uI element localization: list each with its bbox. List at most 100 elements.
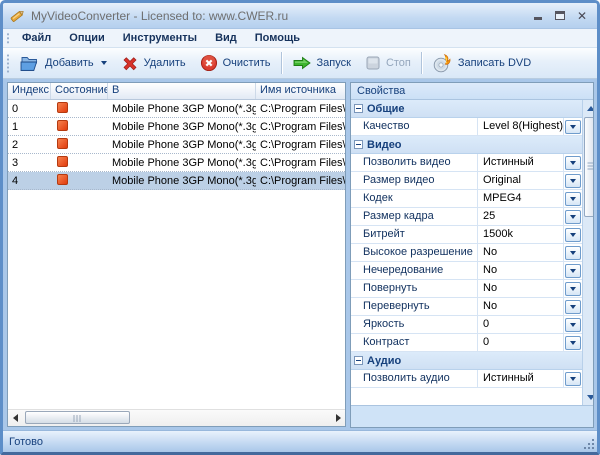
prop-value[interactable]: No (477, 298, 563, 315)
minimize-button[interactable] (534, 10, 543, 22)
prop-value[interactable]: Original (477, 172, 563, 189)
dropdown-button[interactable] (565, 191, 582, 206)
column-header-source[interactable]: Имя источника (256, 83, 345, 99)
cell-format: Mobile Phone 3GP Mono(*.3gp) (112, 120, 256, 133)
dropdown-button[interactable] (565, 299, 582, 314)
prop-group-general[interactable]: Общие (351, 100, 583, 118)
prop-value[interactable]: No (477, 244, 563, 261)
prop-value[interactable]: Истинный (477, 154, 563, 171)
prop-group-audio[interactable]: Аудио (351, 352, 583, 370)
table-row[interactable]: 3 Mobile Phone 3GP Mono(*.3gp) C:\Progra… (8, 154, 345, 172)
maximize-button[interactable] (554, 10, 565, 22)
chevron-down-icon (570, 250, 577, 255)
scroll-right-arrow[interactable] (331, 410, 345, 426)
prop-value[interactable]: 1500k (477, 226, 563, 243)
cell-state (51, 119, 108, 134)
dropdown-button[interactable] (565, 371, 582, 386)
dropdown-button[interactable] (565, 155, 582, 170)
start-button-label: Запуск (316, 57, 351, 69)
cell-format: Mobile Phone 3GP Mono(*.3gp) (112, 138, 256, 151)
prop-label: Высокое разрешение (363, 246, 473, 258)
dropdown-button[interactable] (565, 281, 582, 296)
start-button[interactable]: Запуск (285, 52, 358, 74)
dropdown-button[interactable] (565, 119, 582, 134)
chevron-down-icon (570, 268, 577, 273)
dropdown-button[interactable] (565, 335, 582, 350)
delete-button[interactable]: Удалить (114, 52, 193, 75)
cell-source: C:\Program Files\ (260, 156, 345, 169)
clear-button[interactable]: Очистить (193, 51, 278, 75)
horizontal-scrollbar[interactable] (8, 409, 345, 426)
cell-state (51, 137, 108, 152)
column-header-state[interactable]: Состояние (51, 83, 108, 99)
delete-button-label: Удалить (143, 57, 186, 69)
burn-dvd-button[interactable]: Записать DVD (425, 50, 538, 76)
thumb-grip-icon (73, 415, 82, 422)
prop-value[interactable]: 0 (477, 334, 563, 351)
scroll-down-arrow[interactable] (583, 389, 593, 405)
prop-label: Позволить аудио (363, 372, 450, 384)
prop-value[interactable]: 25 (477, 208, 563, 225)
table-row[interactable]: 0 Mobile Phone 3GP Mono(*.3gp) C:\Progra… (8, 100, 345, 118)
burn-dvd-button-label: Записать DVD (457, 57, 532, 69)
group-label: Общие (367, 102, 405, 115)
add-button[interactable]: Добавить (13, 52, 114, 75)
prop-row-video-size: Размер видео Original (351, 172, 583, 190)
collapse-minus-icon[interactable] (354, 140, 363, 149)
menu-view[interactable]: Вид (206, 30, 246, 46)
chevron-down-icon (570, 178, 577, 183)
menu-options[interactable]: Опции (60, 30, 114, 46)
collapse-minus-icon[interactable] (354, 104, 363, 113)
table-row[interactable]: 2 Mobile Phone 3GP Mono(*.3gp) C:\Progra… (8, 136, 345, 154)
file-list-panel: Индекс Состояние В Имя источника 0 Mobil… (7, 82, 346, 427)
dropdown-button[interactable] (565, 263, 582, 278)
dropdown-button[interactable] (565, 173, 582, 188)
status-icon (57, 137, 68, 149)
menu-file[interactable]: Файл (13, 30, 60, 46)
prop-label: Кодек (363, 192, 393, 204)
cell-source: C:\Program Files\ (260, 120, 345, 133)
properties-empty-area (351, 405, 593, 427)
start-arrow-icon (293, 56, 311, 70)
prop-label: Яркость (363, 318, 405, 330)
status-icon (57, 155, 68, 167)
close-button[interactable]: ✕ (577, 9, 587, 23)
toolbar-separator (280, 52, 282, 74)
table-row-selected[interactable]: 4 Mobile Phone 3GP Mono(*.3gp) C:\Progra… (8, 172, 345, 190)
prop-value[interactable]: Истинный (477, 370, 563, 387)
cell-index: 1 (12, 120, 19, 133)
prop-group-video[interactable]: Видео (351, 136, 583, 154)
prop-value[interactable]: No (477, 262, 563, 279)
scrollbar-thumb[interactable] (584, 117, 593, 217)
cell-source: C:\Program Files\ (260, 138, 345, 151)
prop-row-bitrate: Битрейт 1500k (351, 226, 583, 244)
column-header-to[interactable]: В (108, 83, 256, 99)
prop-row-high-resolution: Высокое разрешение No (351, 244, 583, 262)
menu-help[interactable]: Помощь (246, 30, 309, 46)
scrollbar-thumb[interactable] (25, 411, 130, 424)
table-row[interactable]: 1 Mobile Phone 3GP Mono(*.3gp) C:\Progra… (8, 118, 345, 136)
title-bar[interactable]: MyVideoConverter - Licensed to: www.CWER… (3, 3, 597, 29)
toolbar: Добавить Удалить Очистить Запуск Стоп За… (3, 48, 597, 79)
resize-grip-icon[interactable] (583, 438, 595, 450)
menu-tools[interactable]: Инструменты (114, 30, 206, 46)
window-title: MyVideoConverter - Licensed to: www.CWER… (31, 8, 289, 23)
dropdown-button[interactable] (565, 227, 582, 242)
scroll-up-arrow[interactable] (583, 100, 593, 116)
collapse-minus-icon[interactable] (354, 356, 363, 365)
cell-source: C:\Program Files\ (260, 174, 345, 187)
toolbar-separator (420, 52, 422, 74)
stop-button[interactable]: Стоп (358, 52, 418, 74)
prop-value[interactable]: 0 (477, 316, 563, 333)
prop-value[interactable]: Level 8(Highest) (477, 118, 563, 135)
column-header-index[interactable]: Индекс (8, 83, 51, 99)
dropdown-button[interactable] (565, 245, 582, 260)
prop-value[interactable]: No (477, 280, 563, 297)
scroll-left-arrow[interactable] (8, 410, 22, 426)
group-label: Видео (367, 138, 402, 151)
dropdown-button[interactable] (565, 317, 582, 332)
dropdown-button[interactable] (565, 209, 582, 224)
vertical-scrollbar[interactable] (582, 100, 593, 405)
prop-value[interactable]: MPEG4 (477, 190, 563, 207)
cell-state (51, 173, 108, 188)
